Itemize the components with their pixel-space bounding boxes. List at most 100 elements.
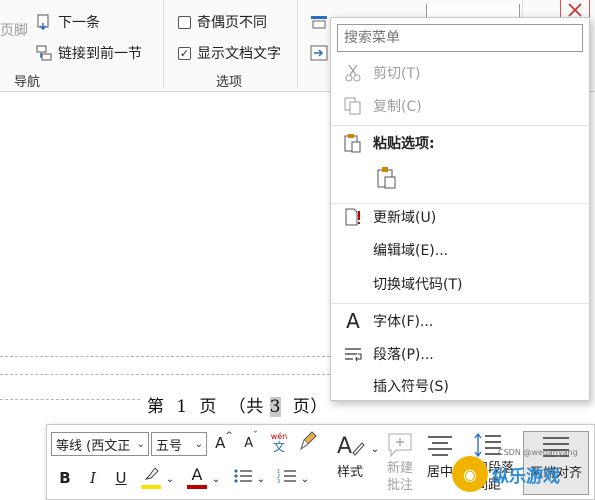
show-document-text-option[interactable]: ✓ 显示文档文字 — [178, 43, 281, 63]
next-button[interactable]: 下一条 — [36, 12, 100, 32]
styles-button[interactable]: A 样式 — [329, 431, 371, 495]
chevron-down-icon[interactable]: ⌄ — [165, 469, 175, 489]
bold-button[interactable]: B — [55, 467, 75, 489]
format-painter-icon — [300, 431, 318, 455]
italic-button[interactable]: I — [83, 467, 103, 489]
font-color-icon: A — [191, 465, 203, 484]
highlight-color-bar — [141, 485, 161, 489]
menu-separator — [331, 303, 589, 304]
menu-item-edit-field[interactable]: 编辑域(E)... — [331, 235, 589, 265]
link-to-previous-label: 链接到前一节 — [58, 46, 142, 62]
odd-even-checkbox[interactable] — [178, 15, 191, 29]
total-pages-field[interactable]: 3 — [269, 397, 281, 417]
keep-text-only-paste-icon[interactable] — [373, 164, 401, 192]
menu-item-label: 段落(P)... — [373, 347, 434, 363]
context-menu: 剪切(T) 复制(C) 粘贴选项: 更新域(U) 编辑域(E)... 切换域代码… — [330, 17, 590, 401]
chevron-down-icon[interactable]: ⌄ — [211, 469, 221, 489]
menu-item-label: 粘贴选项: — [373, 136, 435, 152]
link-icon — [36, 45, 52, 61]
chevron-down-icon[interactable]: ⌄ — [300, 469, 310, 489]
footer-boundary-line — [0, 399, 140, 400]
format-painter-button[interactable] — [297, 431, 321, 455]
footer-suffix: 页） — [280, 397, 328, 417]
bullets-icon — [233, 468, 253, 488]
svg-text:A: A — [337, 434, 352, 459]
next-section-icon — [36, 14, 52, 31]
center-align-icon — [427, 431, 453, 459]
navigation-group-label: 导航 — [14, 75, 41, 90]
scissors-icon — [343, 63, 363, 83]
menu-item-label: 更新域(U) — [373, 210, 437, 226]
footer-button-partial[interactable]: 页脚 — [0, 20, 28, 40]
footer-prefix: 第 1 页 （共 — [147, 397, 270, 417]
font-color-button[interactable]: A — [185, 465, 209, 491]
menu-item-update-field[interactable]: 更新域(U) — [331, 202, 589, 232]
footer-boundary-line — [0, 374, 330, 375]
menu-item-paragraph[interactable]: 段落(P)... — [331, 339, 589, 369]
menu-item-copy[interactable]: 复制(C) — [331, 91, 589, 121]
menu-item-label: 插入符号(S) — [373, 379, 449, 395]
new-comment-label-1: 新建 — [386, 461, 413, 476]
footer-label: 页脚 — [0, 23, 28, 39]
shrink-font-button[interactable]: Aˇ — [240, 431, 262, 455]
styles-icon: A — [335, 431, 365, 459]
menu-item-label: 切换域代码(T) — [373, 277, 463, 293]
bullets-button[interactable] — [231, 467, 255, 489]
show-document-text-checkbox[interactable]: ✓ — [178, 46, 191, 60]
spin-box-partial[interactable] — [426, 4, 520, 18]
chevron-down-icon[interactable]: ⌄ — [256, 469, 266, 489]
options-group-label: 选项 — [216, 75, 243, 90]
phonetic-guide-button[interactable]: wén 文 — [267, 430, 291, 456]
center-label: 居中 — [426, 465, 453, 480]
update-field-icon — [343, 207, 363, 227]
highlight-button[interactable] — [139, 465, 163, 491]
footer-boundary-line — [0, 356, 330, 357]
highlighter-icon — [143, 467, 159, 485]
font-icon: A — [346, 309, 360, 333]
menu-item-label: 复制(C) — [373, 99, 422, 115]
position-icon[interactable] — [309, 12, 329, 32]
search-menu-input[interactable] — [337, 24, 583, 52]
next-label: 下一条 — [58, 15, 100, 31]
menu-item-label: 字体(F)... — [373, 314, 434, 330]
menu-separator — [331, 125, 589, 126]
menu-item-label: 编辑域(E)... — [373, 243, 449, 259]
font-size-value: 五号 — [156, 438, 183, 454]
odd-even-pages-option[interactable]: 奇偶页不同 — [178, 12, 267, 32]
menu-item-toggle-field-codes[interactable]: 切换域代码(T) — [331, 269, 589, 299]
new-comment-button[interactable]: 新建 批注 — [379, 431, 421, 495]
alignment-tab-icon[interactable] — [309, 43, 329, 63]
shrink-font-icon: A — [244, 435, 254, 451]
new-comment-label-2: 批注 — [386, 477, 413, 493]
chevron-down-icon: ⌄ — [136, 438, 145, 450]
ribbon-divider — [297, 0, 298, 88]
comment-icon — [386, 431, 414, 459]
paste-icon — [343, 133, 363, 153]
ribbon-divider — [163, 0, 164, 88]
font-name-combo[interactable]: 等线 (西文正 ⌄ — [51, 432, 149, 456]
font-size-combo[interactable]: 五号 ⌄ — [151, 432, 207, 456]
menu-item-insert-symbol[interactable]: 插入符号(S) — [331, 371, 589, 401]
phonetic-bottom: 文 — [272, 440, 285, 454]
underline-button[interactable]: U — [111, 467, 131, 489]
svg-text:3: 3 — [277, 479, 280, 484]
show-document-text-label: 显示文档文字 — [197, 46, 281, 62]
page-number-footer[interactable]: 第 1 页 （共 3 页） — [147, 392, 328, 417]
menu-item-cut[interactable]: 剪切(T) — [331, 58, 589, 88]
paragraph-icon — [343, 344, 363, 364]
menu-item-font[interactable]: A 字体(F)... — [331, 306, 589, 336]
watermark-logo-icon: ◉ — [452, 456, 488, 492]
grow-font-button[interactable]: A ^ — [213, 431, 235, 455]
link-to-previous-button[interactable]: 链接到前一节 — [36, 43, 142, 63]
styles-label: 样式 — [336, 465, 363, 480]
menu-item-label: 剪切(T) — [373, 66, 421, 82]
numbering-button[interactable]: 123 — [275, 467, 299, 489]
odd-even-label: 奇偶页不同 — [197, 15, 267, 31]
menu-item-paste-options: 粘贴选项: — [331, 128, 589, 158]
grow-font-icon: A — [215, 434, 226, 452]
watermark-text: 纵乐游戏 — [492, 466, 560, 487]
font-name-value: 等线 (西文正 — [56, 438, 131, 454]
numbering-icon: 123 — [277, 468, 297, 488]
font-color-bar — [187, 485, 207, 489]
copy-icon — [343, 96, 363, 116]
